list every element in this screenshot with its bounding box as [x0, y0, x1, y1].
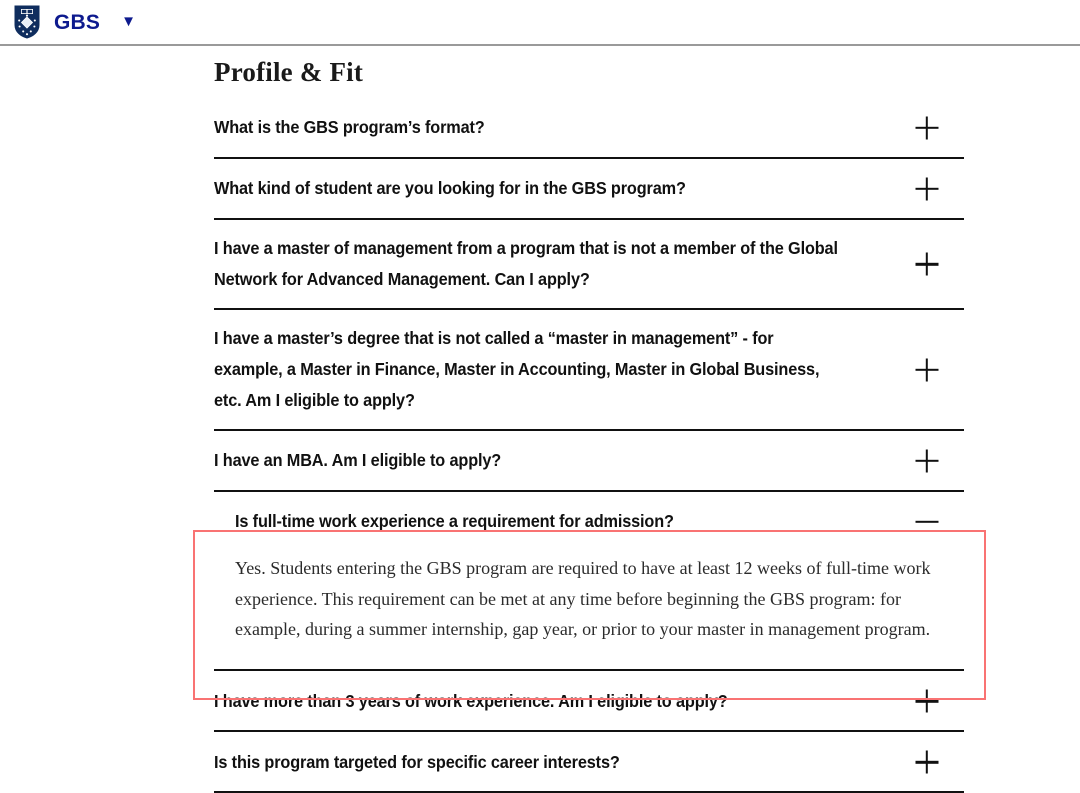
faq-item: I have an MBA. Am I eligible to apply? [214, 431, 964, 492]
faq-question-row[interactable]: I have more than 3 years of work experie… [214, 671, 964, 730]
chevron-down-icon[interactable]: ▼ [121, 14, 136, 29]
faq-question-row[interactable]: I have an MBA. Am I eligible to apply? [214, 431, 964, 490]
faq-question-label: I have an MBA. Am I eligible to apply? [214, 449, 502, 470]
faq-item: I have a master of management from a pro… [214, 220, 964, 310]
plus-icon[interactable] [910, 444, 944, 478]
faq-accordion: What is the GBS program’s format? What k… [214, 98, 964, 793]
faq-answer-text: Yes. Students entering the GBS program a… [235, 557, 931, 640]
brand-name: GBS [54, 10, 101, 34]
faq-question-label: I have a master’s degree that is not cal… [214, 327, 820, 411]
brand-home-link[interactable]: GBS ▼ [14, 5, 136, 39]
faq-question-row[interactable]: I have a master of management from a pro… [214, 220, 964, 308]
faq-question-label: I have a master of management from a pro… [214, 238, 838, 290]
faq-item: I have a master’s degree that is not cal… [214, 310, 964, 431]
plus-icon[interactable] [910, 684, 944, 718]
faq-question-label: I have more than 3 years of work experie… [214, 690, 728, 711]
page-title: Profile & Fit [214, 57, 364, 87]
faq-question-label: Is this program targeted for specific ca… [214, 751, 620, 772]
plus-icon[interactable] [910, 247, 944, 281]
plus-icon[interactable] [910, 172, 944, 206]
faq-item: I have more than 3 years of work experie… [214, 671, 964, 733]
faq-item-expanded: Is full-time work experience a requireme… [214, 492, 964, 672]
site-header: GBS ▼ [0, 0, 1080, 46]
faq-question-label: What is the GBS program’s format? [214, 117, 485, 138]
plus-icon[interactable] [910, 745, 944, 779]
faq-question-label: What kind of student are you looking for… [214, 178, 686, 199]
faq-question-label: Is full-time work experience a requireme… [235, 510, 674, 531]
faq-question-row[interactable]: Is this program targeted for specific ca… [214, 732, 964, 791]
faq-question-row[interactable]: What kind of student are you looking for… [214, 159, 964, 218]
minus-icon[interactable] [910, 505, 944, 539]
faq-column: Profile & Fit What is the GBS program’s … [214, 46, 964, 793]
plus-icon[interactable] [910, 111, 944, 145]
faq-item: What kind of student are you looking for… [214, 159, 964, 220]
faq-item: What is the GBS program’s format? [214, 98, 964, 159]
faq-question-row[interactable]: Is full-time work experience a requireme… [214, 492, 964, 551]
yale-shield-icon [14, 5, 40, 39]
faq-question-row[interactable]: What is the GBS program’s format? [214, 98, 964, 157]
plus-icon[interactable] [910, 353, 944, 387]
faq-question-row[interactable]: I have a master’s degree that is not cal… [214, 310, 964, 429]
faq-item: Is this program targeted for specific ca… [214, 732, 964, 793]
page-body: Profile & Fit What is the GBS program’s … [0, 46, 1080, 793]
